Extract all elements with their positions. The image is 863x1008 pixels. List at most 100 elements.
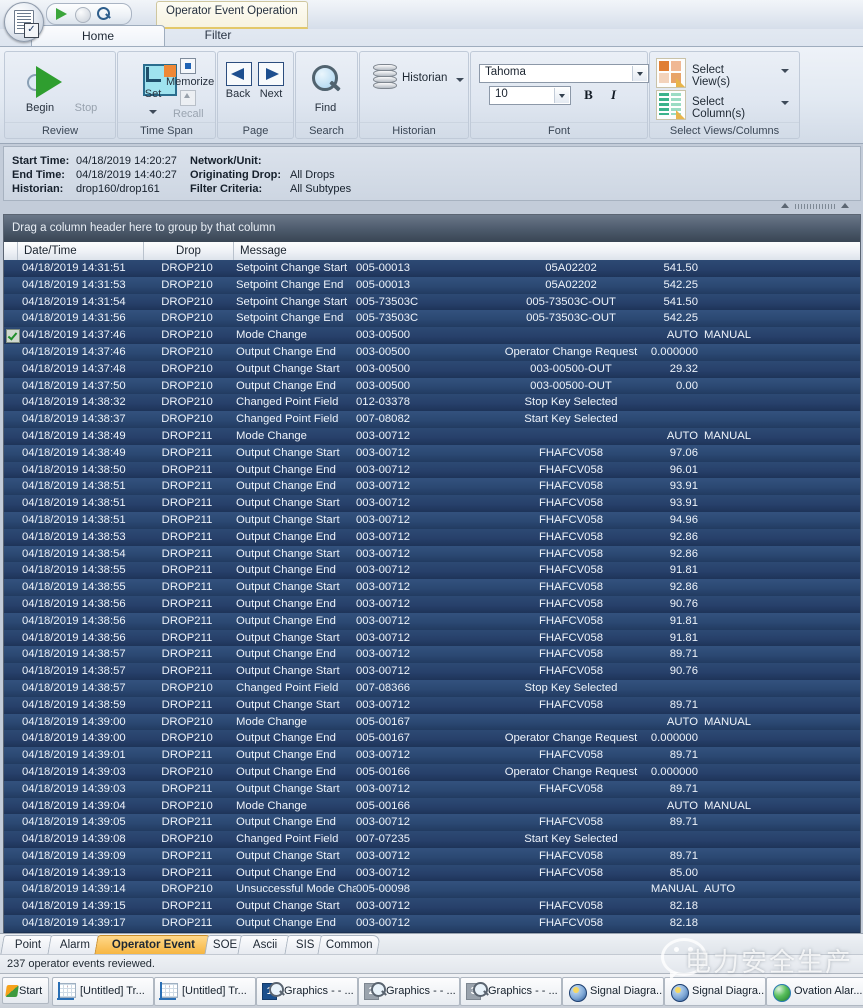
row-indicator[interactable] — [6, 413, 18, 425]
table-row[interactable]: 04/18/2019 14:38:55DROP211Output Change … — [4, 562, 860, 579]
column-header-indicator[interactable] — [4, 242, 18, 260]
table-row[interactable]: 04/18/2019 14:39:13DROP211Output Change … — [4, 865, 860, 882]
bottom-tab-operator-event[interactable]: Operator Event — [94, 935, 214, 955]
table-row[interactable]: 04/18/2019 14:38:50DROP211Output Change … — [4, 462, 860, 479]
row-reviewed-checkmark-icon[interactable] — [6, 329, 20, 343]
row-indicator[interactable] — [6, 648, 18, 660]
table-row[interactable]: 04/18/2019 14:39:08DROP210Changed Point … — [4, 831, 860, 848]
row-indicator[interactable] — [6, 766, 18, 778]
row-indicator[interactable] — [6, 682, 18, 694]
table-row[interactable]: 04/18/2019 14:37:46DROP210Mode Change003… — [4, 327, 860, 344]
row-indicator[interactable] — [6, 430, 18, 442]
row-indicator[interactable] — [6, 396, 18, 408]
row-indicator[interactable] — [6, 883, 18, 895]
row-indicator[interactable] — [6, 716, 18, 728]
table-row[interactable]: 04/18/2019 14:38:49DROP211Output Change … — [4, 445, 860, 462]
table-row[interactable]: 04/18/2019 14:31:54DROP210Setpoint Chang… — [4, 294, 860, 311]
row-indicator[interactable] — [6, 917, 18, 929]
table-row[interactable]: 04/18/2019 14:38:49DROP211Mode Change003… — [4, 428, 860, 445]
table-row[interactable]: 04/18/2019 14:39:15DROP211Output Change … — [4, 898, 860, 915]
taskbar-button-ovation-alarm[interactable]: Ovation Alar... — [766, 977, 863, 1006]
table-row[interactable]: 04/18/2019 14:38:57DROP210Changed Point … — [4, 680, 860, 697]
row-indicator[interactable] — [6, 783, 18, 795]
grid-rows[interactable]: 04/18/2019 14:31:51DROP210Setpoint Chang… — [4, 260, 860, 933]
search-icon[interactable] — [97, 7, 111, 21]
table-row[interactable]: 04/18/2019 14:39:01DROP211Output Change … — [4, 747, 860, 764]
table-row[interactable]: 04/18/2019 14:38:32DROP210Changed Point … — [4, 394, 860, 411]
row-indicator[interactable] — [6, 581, 18, 593]
table-row[interactable]: 04/18/2019 14:39:09DROP211Output Change … — [4, 848, 860, 865]
row-indicator[interactable] — [6, 833, 18, 845]
column-header-message[interactable]: Message — [234, 242, 860, 260]
row-indicator[interactable] — [6, 312, 18, 324]
table-row[interactable]: 04/18/2019 14:39:03DROP210Output Change … — [4, 764, 860, 781]
table-row[interactable]: 04/18/2019 14:38:56DROP211Output Change … — [4, 613, 860, 630]
table-row[interactable]: 04/18/2019 14:37:50DROP210Output Change … — [4, 378, 860, 395]
column-header-datetime[interactable]: Date/Time — [18, 242, 144, 260]
memorize-label[interactable]: Memorize — [166, 76, 214, 88]
table-row[interactable]: 04/18/2019 14:39:00DROP210Mode Change005… — [4, 714, 860, 731]
table-row[interactable]: 04/18/2019 14:38:56DROP211Output Change … — [4, 630, 860, 647]
tab-filter[interactable]: Filter — [163, 25, 273, 46]
table-row[interactable]: 04/18/2019 14:39:14DROP210Unsuccessful M… — [4, 881, 860, 898]
table-row[interactable]: 04/18/2019 14:38:54DROP211Output Change … — [4, 546, 860, 563]
table-row[interactable]: 04/18/2019 14:38:57DROP211Output Change … — [4, 663, 860, 680]
tab-home[interactable]: Home — [31, 25, 165, 47]
table-row[interactable]: 04/18/2019 14:37:48DROP210Output Change … — [4, 361, 860, 378]
row-indicator[interactable] — [6, 867, 18, 879]
chevron-down-icon[interactable] — [149, 110, 157, 114]
table-row[interactable]: 04/18/2019 14:38:51DROP211Output Change … — [4, 478, 860, 495]
play-icon[interactable] — [55, 7, 69, 21]
stop-button[interactable]: Stop — [61, 56, 111, 120]
row-indicator[interactable] — [6, 497, 18, 509]
chevron-down-icon[interactable] — [632, 66, 647, 81]
chevron-down-icon[interactable] — [456, 78, 464, 82]
table-row[interactable]: 04/18/2019 14:38:56DROP211Output Change … — [4, 596, 860, 613]
taskbar-button-graphics-3[interactable]: 3Graphics - - ... — [460, 977, 562, 1006]
taskbar-button-trend-1[interactable]: [Untitled] Tr... — [52, 977, 154, 1006]
historian-label[interactable]: Historian — [402, 72, 447, 84]
table-row[interactable]: 04/18/2019 14:38:53DROP211Output Change … — [4, 529, 860, 546]
taskbar-button-graphics-1[interactable]: 1Graphics - - ... — [256, 977, 358, 1006]
table-row[interactable]: 04/18/2019 14:38:51DROP211Output Change … — [4, 495, 860, 512]
stop-icon[interactable] — [75, 7, 91, 23]
table-row[interactable]: 04/18/2019 14:38:55DROP211Output Change … — [4, 579, 860, 596]
row-indicator[interactable] — [6, 447, 18, 459]
table-row[interactable]: 04/18/2019 14:38:57DROP211Output Change … — [4, 646, 860, 663]
chevron-down-icon[interactable] — [781, 101, 789, 105]
chevron-down-icon[interactable] — [554, 88, 569, 103]
row-indicator[interactable] — [6, 531, 18, 543]
row-indicator[interactable] — [6, 296, 18, 308]
row-indicator[interactable] — [6, 816, 18, 828]
row-indicator[interactable] — [6, 732, 18, 744]
table-row[interactable]: 04/18/2019 14:31:53DROP210Setpoint Chang… — [4, 277, 860, 294]
table-row[interactable]: 04/18/2019 14:38:51DROP211Output Change … — [4, 512, 860, 529]
row-indicator[interactable] — [6, 665, 18, 677]
italic-button[interactable]: I — [606, 87, 621, 102]
panel-splitter[interactable] — [3, 200, 859, 212]
taskbar-button-trend-2[interactable]: [Untitled] Tr... — [154, 977, 256, 1006]
taskbar-button-signal-diagram-1[interactable]: Signal Diagra... — [562, 977, 664, 1006]
table-row[interactable]: 04/18/2019 14:38:37DROP210Changed Point … — [4, 411, 860, 428]
row-indicator[interactable] — [6, 346, 18, 358]
start-button[interactable]: Start — [2, 977, 49, 1004]
memorize-icon[interactable] — [180, 58, 196, 74]
splitter-grip[interactable] — [795, 204, 835, 209]
table-row[interactable]: 04/18/2019 14:31:56DROP210Setpoint Chang… — [4, 310, 860, 327]
arrow-left-icon[interactable] — [226, 62, 252, 86]
expand-caret-icon[interactable] — [841, 203, 849, 208]
column-header-drop[interactable]: Drop — [144, 242, 234, 260]
row-indicator[interactable] — [6, 699, 18, 711]
row-indicator[interactable] — [6, 380, 18, 392]
taskbar-button-signal-diagram-2[interactable]: Signal Diagra... — [664, 977, 766, 1006]
table-row[interactable]: 04/18/2019 14:39:05DROP211Output Change … — [4, 814, 860, 831]
row-indicator[interactable] — [6, 632, 18, 644]
collapse-caret-icon[interactable] — [781, 203, 789, 208]
table-row[interactable]: 04/18/2019 14:38:59DROP211Output Change … — [4, 697, 860, 714]
row-indicator[interactable] — [6, 480, 18, 492]
row-indicator[interactable] — [6, 548, 18, 560]
row-indicator[interactable] — [6, 615, 18, 627]
font-size-select[interactable]: 10 — [489, 86, 571, 105]
bold-button[interactable]: B — [581, 87, 596, 102]
group-by-drop-area[interactable]: Drag a column header here to group by th… — [4, 215, 860, 242]
